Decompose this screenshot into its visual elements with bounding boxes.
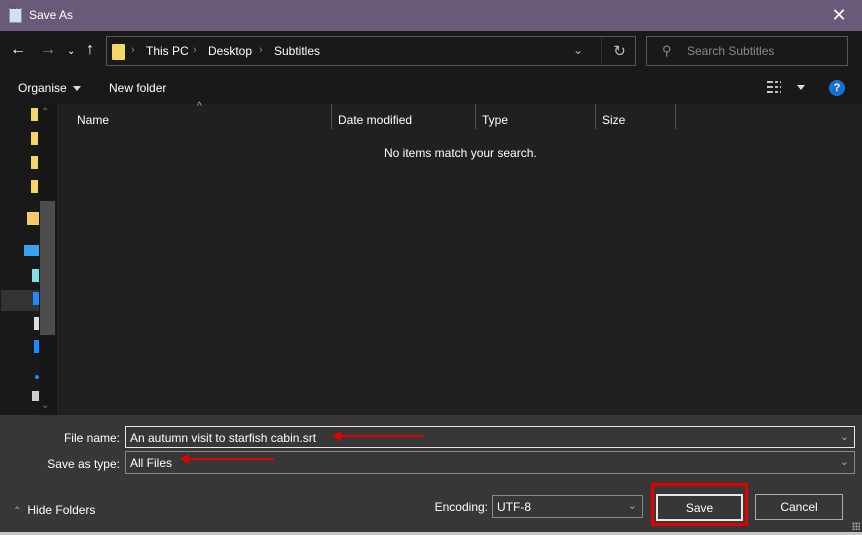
encoding-label: Encoding: [434, 500, 488, 514]
file-name-value: An autumn visit to starfish cabin.srt [130, 431, 317, 445]
arrow-up-icon: ↑ [86, 41, 94, 58]
close-icon: ✕ [831, 5, 847, 25]
scroll-up-icon[interactable]: ⌃ [41, 107, 49, 118]
chevron-down-icon[interactable]: ⌄ [840, 430, 849, 443]
view-options-caret-icon[interactable] [797, 85, 805, 90]
resize-grip-icon[interactable] [852, 522, 860, 530]
organise-label: Organise [18, 81, 67, 95]
3d-objects-icon[interactable] [32, 269, 39, 282]
folder-icon [112, 44, 125, 60]
arrow-right-icon: → [40, 41, 56, 58]
help-icon: ? [833, 82, 841, 94]
pane-divider[interactable] [58, 104, 59, 415]
cancel-button[interactable]: Cancel [755, 494, 843, 520]
hide-folders-button[interactable]: ⌃ Hide Folders [13, 503, 95, 517]
window-title: Save As [29, 8, 74, 22]
command-toolbar: Organise New folder [0, 72, 862, 104]
annotation-arrow [332, 431, 423, 441]
onedrive-folder-icon[interactable] [31, 156, 38, 169]
onedrive-folder-icon[interactable] [31, 108, 38, 121]
forward-button[interactable]: → [40, 42, 56, 58]
organise-button[interactable]: Organise [18, 81, 81, 95]
chevron-down-icon: ⌄ [67, 46, 76, 57]
breadcrumb-separator-icon: › [259, 44, 263, 56]
sidebar-scrollbar-thumb[interactable] [40, 201, 55, 335]
new-folder-button[interactable]: New folder [109, 81, 166, 95]
close-button[interactable]: ✕ [816, 0, 862, 31]
notepad-icon [9, 7, 22, 23]
file-name-input[interactable]: An autumn visit to starfish cabin.srt ⌄ [125, 426, 855, 448]
help-button[interactable]: ? [829, 80, 845, 96]
address-history-dropdown[interactable]: ⌄ [573, 43, 583, 57]
onedrive-folder-icon[interactable] [31, 132, 38, 145]
encoding-select[interactable]: UTF-8 ⌄ [492, 495, 643, 518]
pictures-icon[interactable] [32, 391, 39, 401]
empty-message: No items match your search. [384, 146, 537, 160]
annotation-arrow [180, 454, 274, 464]
refresh-button[interactable]: ↻ [601, 37, 637, 65]
save-as-type-select[interactable]: All Files ⌄ [125, 451, 855, 474]
sort-ascending-icon: ^ [197, 101, 202, 112]
search-icon: ⚲ [662, 43, 672, 58]
file-list: ^ Name Date modified Type Size No items … [60, 101, 862, 415]
caret-down-icon [72, 86, 81, 92]
save-button[interactable]: Save [656, 494, 743, 521]
hide-folders-label: Hide Folders [27, 503, 96, 517]
column-header-size[interactable]: Size [602, 113, 625, 127]
this-pc-icon[interactable] [24, 245, 39, 256]
save-as-type-value: All Files [130, 456, 173, 470]
creative-cloud-icon[interactable] [27, 212, 39, 225]
details-view-icon[interactable] [767, 81, 781, 93]
column-separator[interactable] [675, 104, 676, 129]
breadcrumb-desktop[interactable]: Desktop [208, 44, 252, 58]
column-separator[interactable] [475, 104, 476, 129]
column-header-name[interactable]: Name [77, 113, 109, 127]
search-placeholder: Search Subtitles [687, 44, 775, 58]
encoding-value: UTF-8 [497, 500, 531, 514]
breadcrumb-this-pc[interactable]: This PC [146, 44, 189, 58]
chevron-up-icon: ⌃ [13, 506, 22, 517]
up-button[interactable]: ↑ [86, 42, 94, 58]
scroll-down-icon[interactable]: ⌄ [41, 400, 49, 411]
column-header-date-modified[interactable]: Date modified [338, 113, 412, 127]
chevron-down-icon: ⌄ [839, 456, 849, 468]
refresh-icon: ↻ [613, 43, 626, 60]
column-separator[interactable] [331, 104, 332, 129]
column-header-type[interactable]: Type [482, 113, 508, 127]
breadcrumb-separator-icon: › [131, 44, 135, 56]
search-input[interactable]: ⚲ Search Subtitles [646, 36, 848, 66]
recent-locations-button[interactable]: ⌄ [67, 44, 75, 60]
address-bar[interactable]: › This PC › Desktop › Subtitles ⌄ ↻ [106, 36, 636, 66]
chevron-down-icon: ⌄ [573, 43, 584, 57]
back-button[interactable]: ← [10, 42, 26, 58]
column-separator[interactable] [595, 104, 596, 129]
save-as-type-label: Save as type: [47, 457, 120, 471]
folder-icon[interactable] [31, 180, 38, 193]
title-bar: Save As ✕ [0, 0, 862, 31]
chevron-down-icon: ⌄ [627, 500, 637, 512]
file-name-label: File name: [63, 431, 120, 445]
breadcrumb-separator-icon: › [193, 44, 197, 56]
arrow-left-icon: ← [10, 41, 26, 58]
breadcrumb-subtitles[interactable]: Subtitles [274, 44, 320, 58]
